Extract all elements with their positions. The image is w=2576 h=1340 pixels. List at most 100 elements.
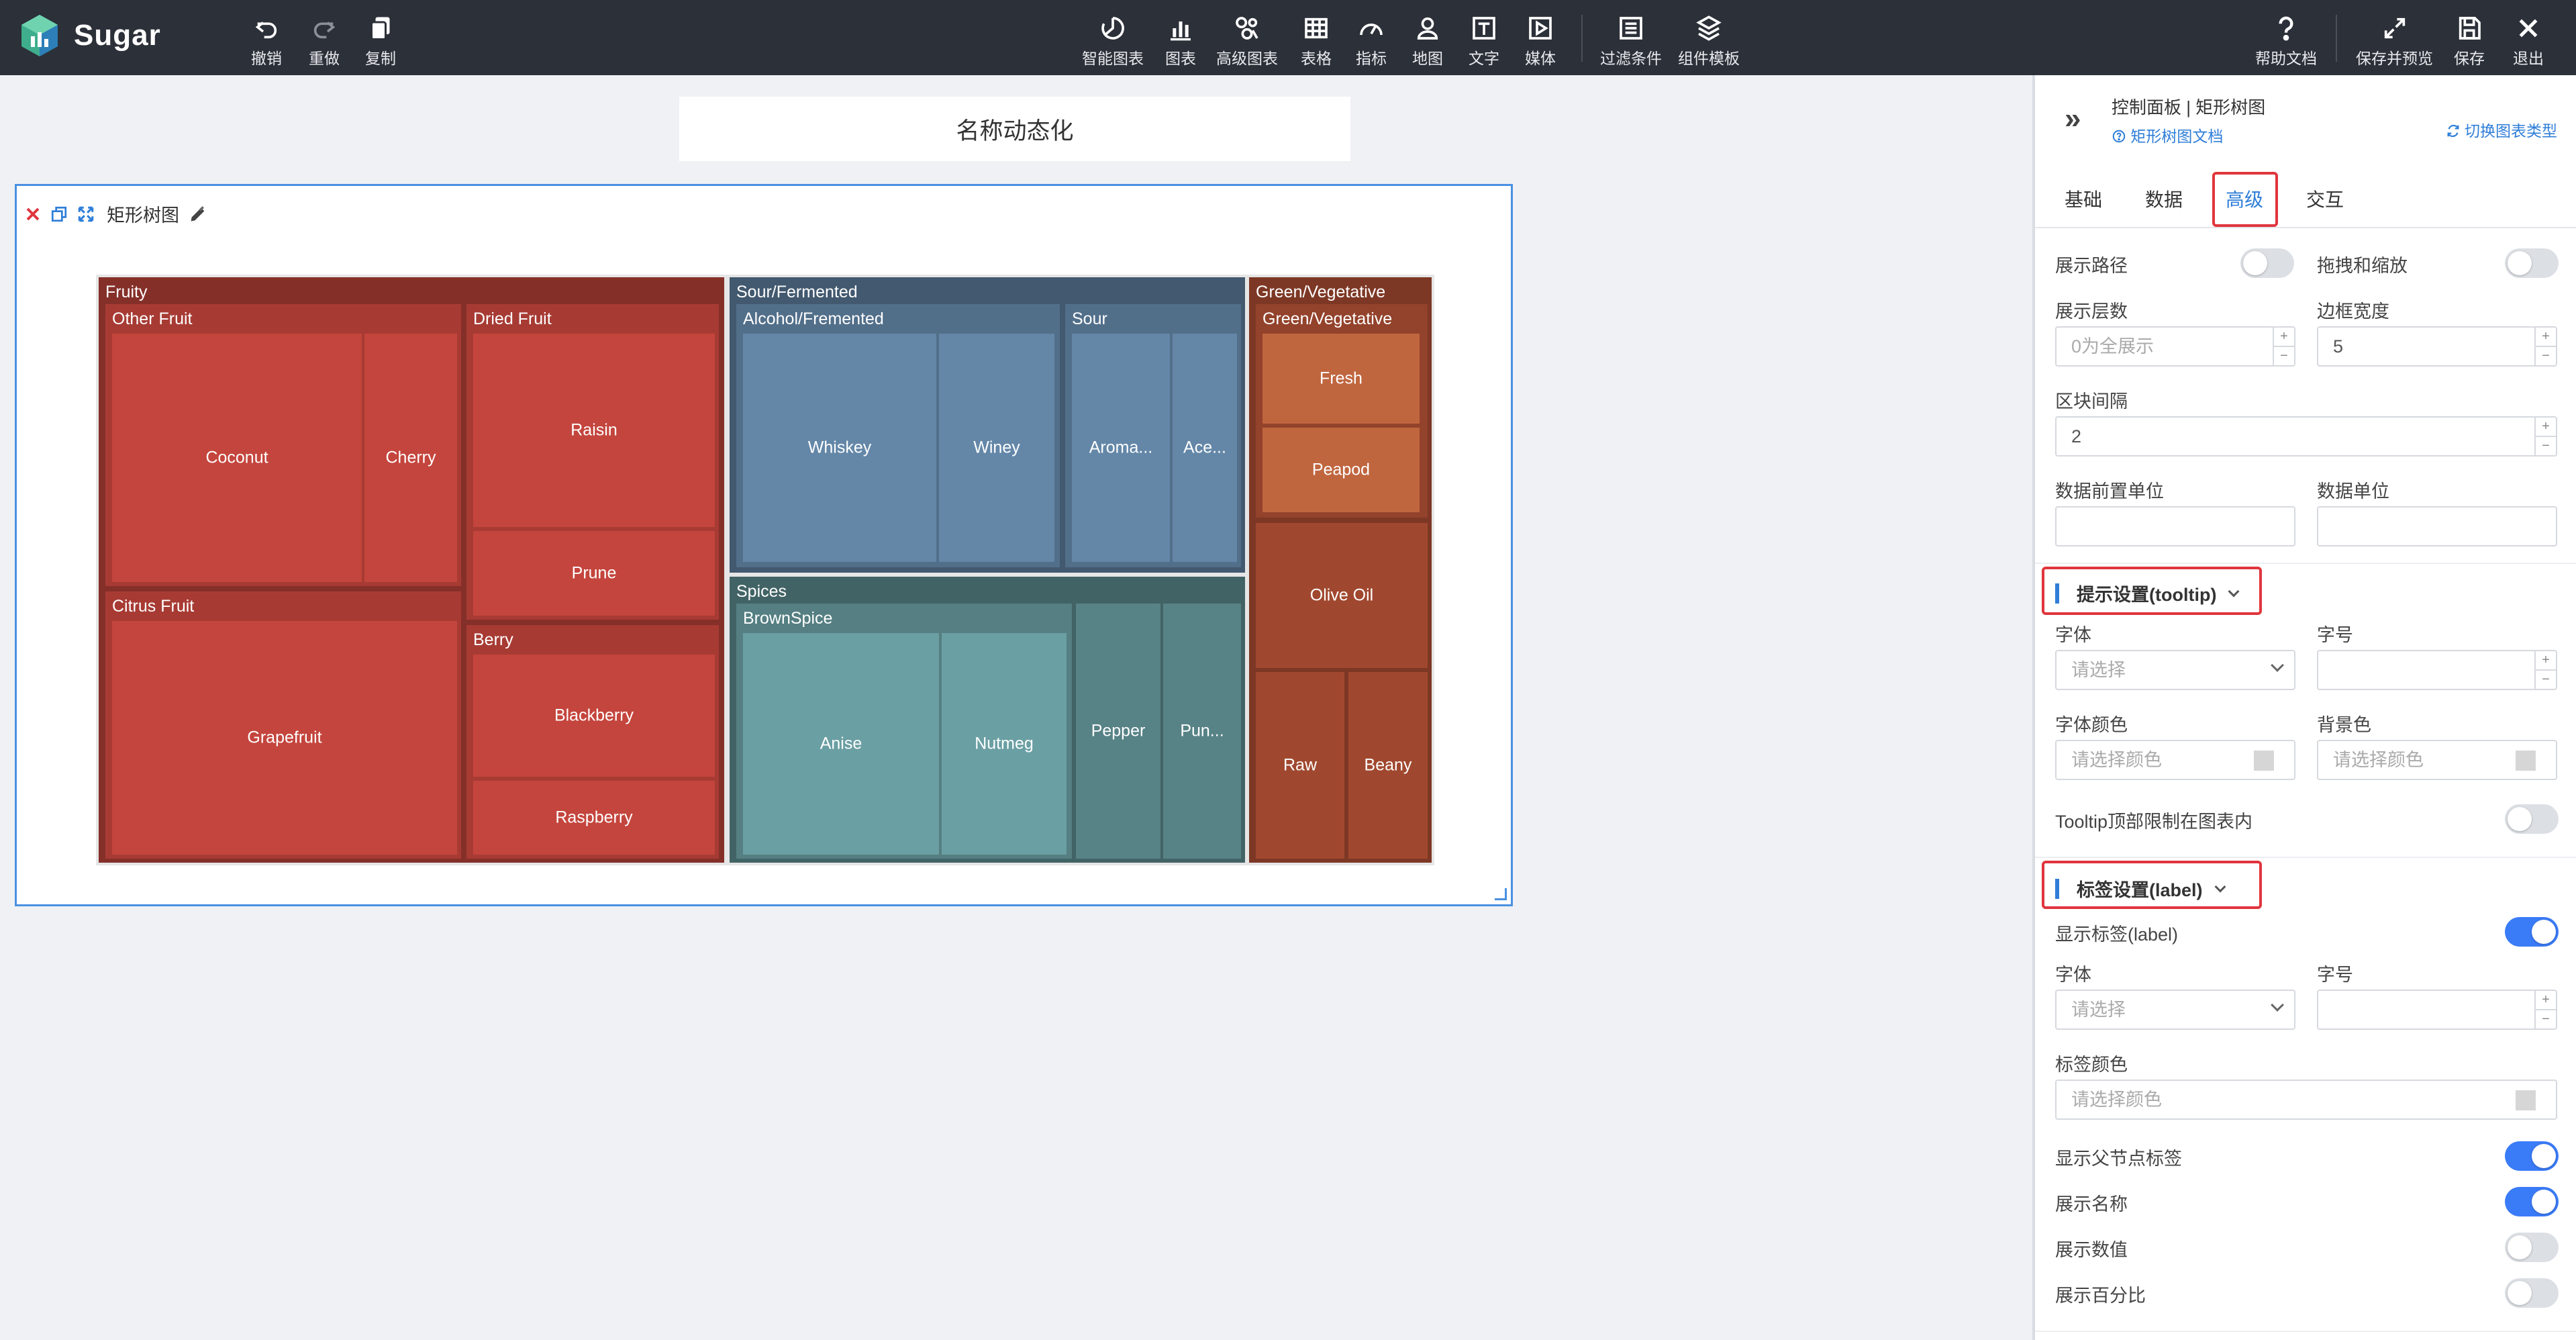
treemap-node[interactable]: Pepper bbox=[1076, 604, 1160, 859]
treemap-node[interactable]: Raisin bbox=[473, 334, 715, 527]
treemap-node[interactable]: Olive Oil bbox=[1256, 523, 1428, 668]
treemap-node[interactable]: Aroma... bbox=[1072, 334, 1170, 562]
label-section-header[interactable]: 标签设置(label) bbox=[2055, 875, 2226, 902]
tooltip-font-size-input[interactable]: + − bbox=[2317, 650, 2557, 690]
treemap-node[interactable]: Ace... bbox=[1173, 334, 1237, 562]
block-gap-stepper[interactable]: + − bbox=[2534, 418, 2556, 455]
border-width-stepper[interactable]: + − bbox=[2534, 328, 2556, 365]
indicator-button[interactable]: 指标 bbox=[1356, 13, 1387, 68]
show-parent-label-label: 显示父节点标签 bbox=[2055, 1149, 2182, 1169]
treemap-node[interactable]: Coconut bbox=[112, 334, 362, 582]
treemap-node[interactable]: Fresh bbox=[1262, 334, 1420, 424]
delete-icon[interactable] bbox=[25, 206, 41, 222]
app-logo: Sugar bbox=[19, 13, 161, 58]
fullscreen-icon[interactable] bbox=[77, 205, 95, 223]
treemap-doc-link[interactable]: 矩形树图文档 bbox=[2112, 124, 2223, 146]
tab-interaction[interactable]: 交互 bbox=[2306, 185, 2344, 212]
panel-header: » 控制面板 | 矩形树图 矩形树图文档 切换图表类型 bbox=[2035, 75, 2576, 156]
levels-input[interactable]: 0为全展示 + − bbox=[2055, 326, 2295, 367]
section-divider bbox=[2035, 563, 2576, 564]
label-color-picker[interactable]: 请选择颜色 bbox=[2055, 1080, 2557, 1120]
treemap-chart: Fruity Other Fruit Coconut Cherry Dried Frui… bbox=[96, 275, 1434, 865]
tab-data[interactable]: 数据 bbox=[2145, 185, 2183, 212]
data-unit-input[interactable] bbox=[2317, 506, 2557, 546]
treemap-node-label: Whiskey bbox=[807, 438, 872, 457]
tooltip-font-label: 字体 bbox=[2055, 625, 2091, 645]
show-percent-toggle[interactable] bbox=[2505, 1278, 2559, 1308]
treemap-node[interactable]: Anise bbox=[743, 633, 939, 855]
save-button[interactable]: 保存 bbox=[2454, 13, 2485, 68]
table-button[interactable]: 表格 bbox=[1301, 13, 1332, 68]
close-icon bbox=[2519, 19, 2538, 38]
show-value-label: 展示数值 bbox=[2055, 1240, 2128, 1260]
redo-icon bbox=[313, 21, 336, 39]
redo-button[interactable]: 重做 bbox=[309, 13, 340, 68]
tooltip-confine-toggle[interactable] bbox=[2505, 804, 2559, 834]
section-divider bbox=[2035, 1331, 2576, 1332]
show-value-toggle[interactable] bbox=[2505, 1233, 2559, 1262]
color-swatch bbox=[2516, 751, 2536, 771]
media-button[interactable]: 媒体 bbox=[1525, 13, 1556, 68]
treemap-node-label: Citrus Fruit bbox=[112, 597, 195, 616]
block-gap-input[interactable]: 2 + − bbox=[2055, 416, 2557, 457]
treemap-node[interactable]: Peapod bbox=[1262, 428, 1420, 512]
smart-chart-button[interactable]: 智能图表 bbox=[1082, 13, 1144, 68]
show-label-toggle[interactable] bbox=[2505, 917, 2559, 947]
treemap-node[interactable]: Blackberry bbox=[473, 655, 715, 777]
show-name-label: 展示名称 bbox=[2055, 1194, 2128, 1214]
treemap-chart-card[interactable]: 矩形树图 Fruity Other Fruit Coconut Cherry Dried… bbox=[15, 184, 1513, 906]
border-width-input[interactable]: 5 + − bbox=[2317, 326, 2557, 367]
treemap-node[interactable]: Raspberry bbox=[473, 781, 715, 855]
treemap-node-label: Aroma... bbox=[1089, 438, 1153, 457]
tooltip-section-header[interactable]: 提示设置(tooltip) bbox=[2055, 580, 2240, 606]
label-font-size-stepper[interactable]: + − bbox=[2534, 991, 2556, 1028]
map-button[interactable]: 地图 bbox=[1412, 13, 1443, 68]
show-label-label: 显示标签(label) bbox=[2055, 924, 2179, 945]
treemap-node-label: Cherry bbox=[385, 448, 436, 467]
data-prefix-unit-input[interactable] bbox=[2055, 506, 2295, 546]
show-path-toggle[interactable] bbox=[2240, 248, 2294, 278]
label-font-select[interactable]: 请选择 bbox=[2055, 990, 2295, 1030]
duplicate-icon[interactable] bbox=[50, 205, 68, 223]
chevron-down-icon bbox=[2271, 659, 2284, 672]
tooltip-font-size-stepper[interactable]: + − bbox=[2534, 651, 2556, 689]
treemap-node-label: Peapod bbox=[1311, 460, 1371, 479]
treemap-node[interactable]: Nutmeg bbox=[942, 633, 1067, 855]
tooltip-font-select[interactable]: 请选择 bbox=[2055, 650, 2295, 690]
tooltip-font-color-picker[interactable]: 请选择颜色 bbox=[2055, 740, 2295, 780]
save-preview-button[interactable]: 保存并预览 bbox=[2356, 13, 2433, 68]
treemap-node[interactable]: Cherry bbox=[364, 334, 457, 582]
copy-button[interactable]: 复制 bbox=[365, 13, 396, 68]
drag-zoom-toggle[interactable] bbox=[2505, 248, 2559, 278]
show-name-toggle[interactable] bbox=[2505, 1187, 2559, 1216]
chart-button[interactable]: 图表 bbox=[1165, 13, 1196, 68]
show-parent-label-toggle[interactable] bbox=[2505, 1141, 2559, 1171]
text-button[interactable]: 文字 bbox=[1469, 13, 1499, 68]
resize-handle[interactable] bbox=[1495, 888, 1507, 900]
treemap-node[interactable]: Grapefruit bbox=[112, 621, 457, 855]
template-icon bbox=[1696, 15, 1722, 41]
treemap-node[interactable]: Whiskey bbox=[743, 334, 936, 562]
treemap-node[interactable]: Prune bbox=[473, 531, 715, 616]
undo-button[interactable]: 撤销 bbox=[251, 13, 282, 68]
dashboard-title[interactable]: 名称动态化 bbox=[679, 97, 1350, 161]
exit-button[interactable]: 退出 bbox=[2513, 13, 2544, 68]
label-font-size-label: 字号 bbox=[2317, 965, 2353, 985]
edit-pencil-icon[interactable] bbox=[189, 205, 207, 224]
treemap-node-label: Ace... bbox=[1183, 438, 1226, 457]
tooltip-bg-color-picker[interactable]: 请选择颜色 bbox=[2317, 740, 2557, 780]
sugar-logo-icon bbox=[21, 15, 58, 56]
filter-button[interactable]: 过滤条件 bbox=[1600, 13, 1662, 68]
label-font-size-input[interactable]: + − bbox=[2317, 990, 2557, 1030]
help-doc-button[interactable]: 帮助文档 bbox=[2255, 13, 2317, 68]
advanced-chart-button[interactable]: 高级图表 bbox=[1216, 13, 1278, 68]
collapse-panel-icon[interactable]: » bbox=[2065, 102, 2081, 136]
tab-basic[interactable]: 基础 bbox=[2065, 185, 2102, 212]
treemap-node[interactable]: Winey bbox=[939, 334, 1054, 562]
levels-stepper[interactable]: + − bbox=[2273, 328, 2294, 365]
treemap-node[interactable]: Raw bbox=[1256, 672, 1344, 859]
switch-chart-type-button[interactable]: 切换图表类型 bbox=[2446, 118, 2557, 141]
component-template-button[interactable]: 组件模板 bbox=[1678, 13, 1740, 68]
treemap-node[interactable]: Pun... bbox=[1163, 604, 1241, 859]
treemap-node[interactable]: Beany bbox=[1348, 672, 1428, 859]
